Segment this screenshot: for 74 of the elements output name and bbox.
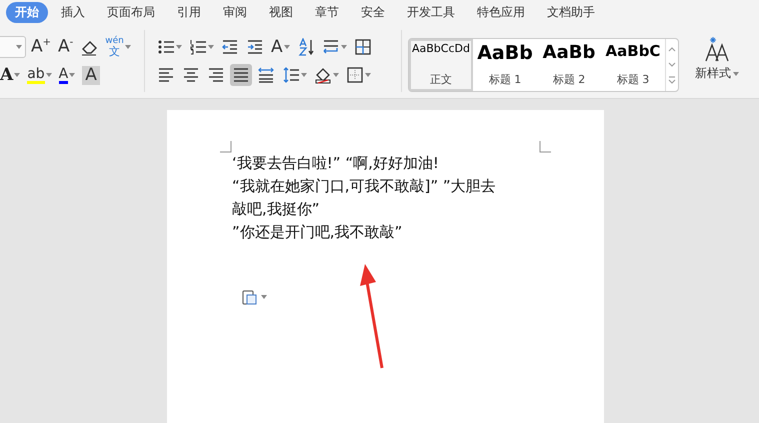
caret-icon (301, 73, 307, 77)
decrease-indent-icon (221, 38, 239, 56)
caret-icon (340, 45, 347, 49)
gallery-scrollbar[interactable] (665, 39, 678, 91)
align-left-icon (157, 66, 175, 84)
style-label: 标题 1 (488, 72, 522, 87)
ribbon-tab[interactable]: 视图 (260, 2, 302, 22)
margin-corner-mark (539, 141, 551, 153)
caret-icon (733, 72, 739, 76)
format-button[interactable]: A (0, 64, 22, 86)
style-preset[interactable]: AaBb 标题 2 (537, 39, 601, 91)
ribbon-tab[interactable]: 页面布局 (98, 2, 164, 22)
style-preset[interactable]: AaBbC 标题 3 (601, 39, 665, 91)
line-spacing-icon (282, 66, 300, 84)
style-preset[interactable]: AaBbCcDd 正文 (409, 39, 473, 91)
ribbon-tab[interactable]: 安全 (352, 2, 394, 22)
format-button[interactable]: ab (25, 64, 54, 86)
ribbon-tab[interactable]: 章节 (306, 2, 348, 22)
justify-icon (232, 66, 250, 84)
justify-button[interactable] (230, 64, 252, 86)
new-style-label: 新样式 (695, 65, 731, 82)
table-icon (354, 38, 372, 56)
caret-icon (261, 295, 267, 299)
format-glyph: A (0, 66, 14, 84)
new-style-button[interactable]: 新样式 (689, 34, 745, 88)
pinyin-button[interactable]: wén 文 (103, 36, 133, 58)
ribbon-tab[interactable]: 文档助手 (538, 2, 604, 22)
clipboard-icon (240, 288, 258, 306)
style-label: 标题 3 (616, 72, 650, 87)
line-break-icon (322, 38, 340, 56)
caret-icon (176, 45, 182, 49)
caret-icon (208, 45, 214, 49)
margin-corner-mark (220, 141, 232, 153)
sort-icon (296, 38, 315, 56)
format-glyph: ab (27, 66, 45, 84)
style-sample: AaBbCcDd (412, 43, 470, 56)
style-sample: AaBbC (606, 43, 660, 60)
format-glyph: A (271, 38, 283, 56)
document-text-line: ‘我要去告白啦!” “啊,好好加油! (232, 153, 440, 174)
style-sample: AaBb (477, 43, 533, 64)
caret-icon (365, 73, 371, 77)
ribbon-tab[interactable]: 引用 (168, 2, 210, 22)
caret-icon (284, 45, 290, 49)
ribbon-tab[interactable]: 特色应用 (468, 2, 534, 22)
document-text-line: ”你还是开门吧,我不敢敲” (232, 222, 404, 243)
align-center-icon (182, 66, 200, 84)
paste-options-button[interactable] (240, 288, 267, 306)
styles-icon (703, 35, 731, 63)
format-button[interactable]: A (56, 64, 78, 86)
style-sample: AaBb (542, 43, 596, 63)
caret-icon (14, 73, 20, 77)
borders-icon (346, 66, 364, 84)
format-glyph: A (58, 66, 68, 84)
ribbon-tab[interactable]: 审阅 (214, 2, 256, 22)
style-label: 正文 (430, 72, 452, 87)
distributed-icon (257, 66, 275, 84)
paint-bucket-icon (314, 66, 332, 84)
bulleted-list-icon (157, 38, 175, 56)
caret-icon (69, 73, 76, 77)
document-text-line: 敲吧,我挺你” (232, 199, 321, 220)
ribbon-tab[interactable]: 插入 (52, 2, 94, 22)
numbered-list-icon (189, 38, 207, 56)
align-right-icon (207, 66, 225, 84)
caret-icon (333, 73, 339, 77)
style-label: 标题 2 (552, 72, 586, 87)
format-button[interactable]: A (269, 36, 292, 58)
caret-icon (16, 45, 22, 49)
document-text-line: “我就在她家门口,可我不敢敲]” ”大胆去 (232, 176, 497, 197)
ribbon-tab[interactable]: 开发工具 (398, 2, 464, 22)
increase-indent-icon (246, 38, 264, 56)
caret-icon (124, 45, 131, 49)
style-preset[interactable]: AaBb 标题 1 (473, 39, 537, 91)
caret-icon (46, 73, 52, 77)
pinyin-guide-text: wén 文 (105, 37, 124, 57)
